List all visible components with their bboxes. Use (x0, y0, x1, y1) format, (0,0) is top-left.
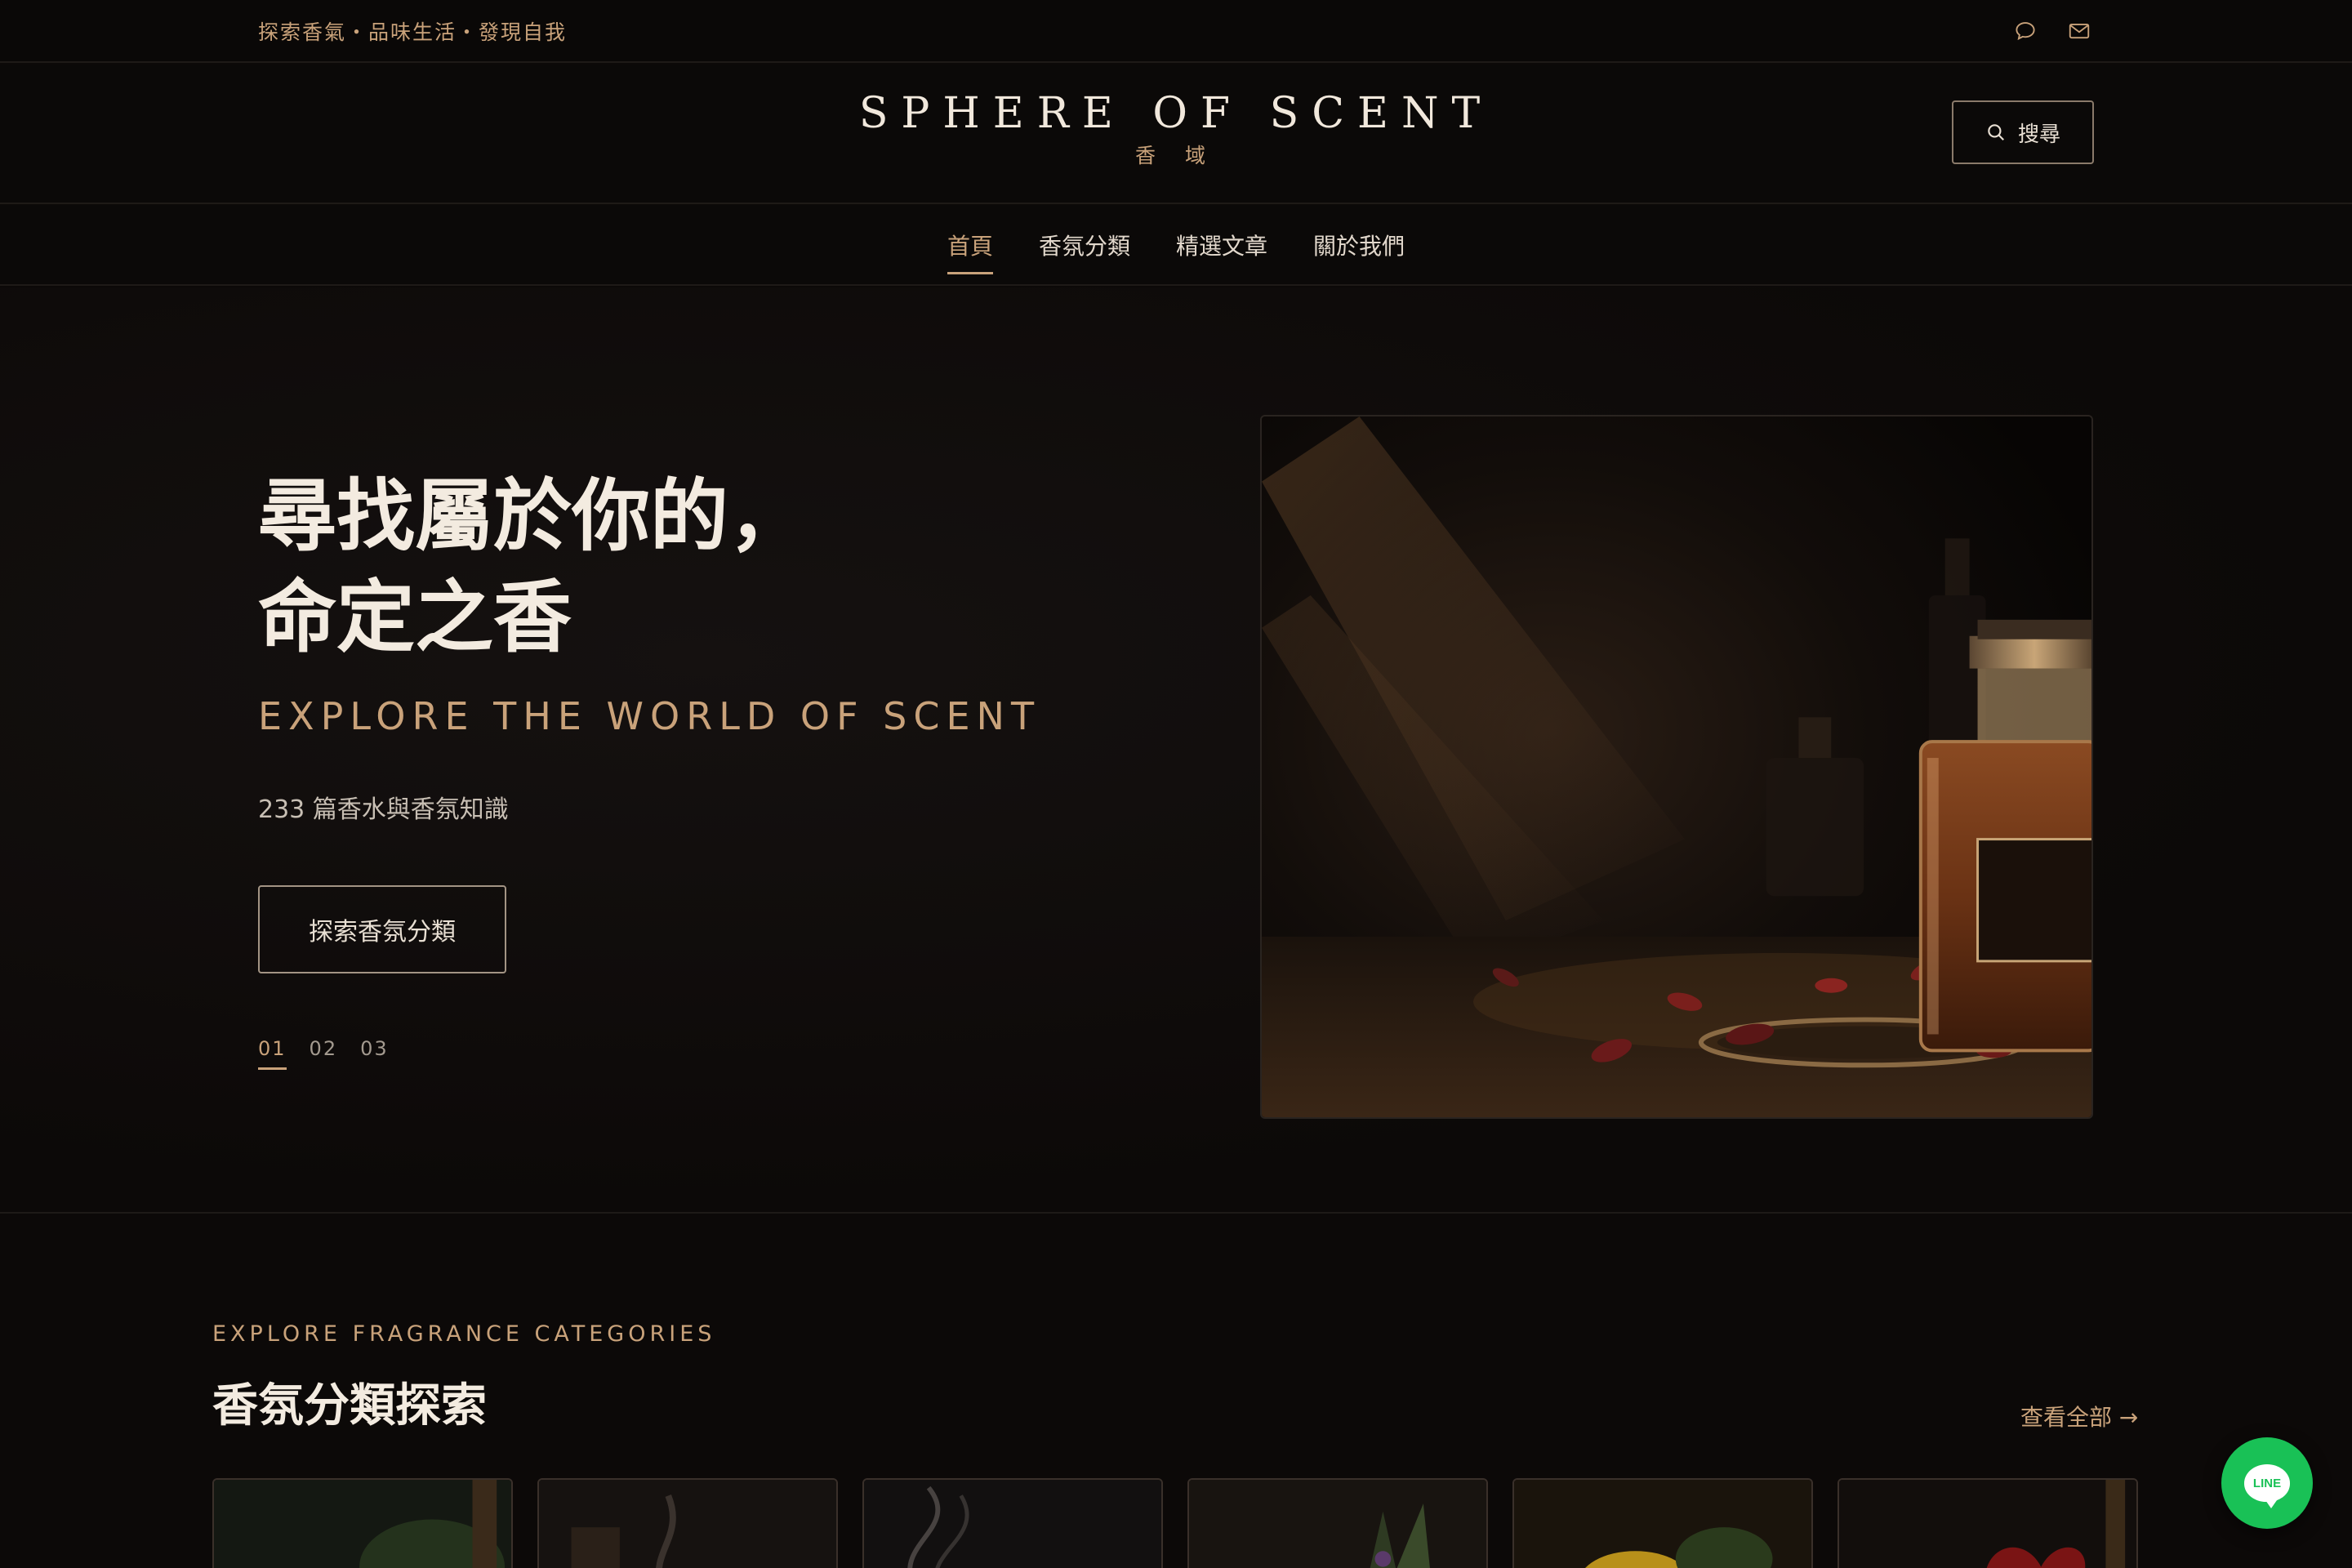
main-nav: 首頁 香氛分類 精選文章 關於我們 (0, 206, 2352, 286)
slide-pagination: 01 02 03 (258, 1037, 389, 1070)
top-bar: 探索香氣・品味生活・發現自我 (0, 0, 2352, 63)
search-button[interactable]: 搜尋 (1952, 100, 2094, 164)
mail-icon[interactable] (2066, 18, 2092, 44)
slide-indicator-1[interactable]: 01 (258, 1037, 287, 1070)
hero-title-line2: 命定之香 (258, 571, 572, 663)
categories-title: 香氛分類探索 (212, 1379, 487, 1432)
nav-item-home[interactable]: 首頁 (947, 224, 993, 274)
category-cards (212, 1478, 2140, 1568)
hero-title: 尋找屬於你的， 命定之香 (258, 466, 807, 668)
line-chat-button[interactable]: LINE (2221, 1437, 2313, 1529)
categories-eyebrow: EXPLORE FRAGRANCE CATEGORIES (212, 1321, 716, 1347)
search-button-label: 搜尋 (2017, 121, 2060, 146)
category-card[interactable] (862, 1478, 1163, 1568)
line-icon: LINE (2244, 1464, 2290, 1508)
hero-perfume-image (1260, 415, 2093, 1119)
article-count: 233 篇香水與香氛知識 (258, 795, 509, 824)
search-icon (1988, 124, 2004, 140)
category-card[interactable] (1187, 1478, 1488, 1568)
chat-bubble-icon[interactable] (2012, 18, 2038, 44)
tagline: 探索香氣・品味生活・發現自我 (258, 20, 568, 44)
category-card[interactable] (1512, 1478, 1813, 1568)
nav-item-categories[interactable]: 香氛分類 (1039, 224, 1130, 266)
line-label: LINE (2252, 1476, 2282, 1490)
site-header: SPHERE OF SCENT 香 域 搜尋 (0, 65, 2352, 204)
nav-item-about[interactable]: 關於我們 (1313, 224, 1405, 266)
category-card[interactable] (212, 1478, 513, 1568)
view-all-link[interactable]: 查看全部 → (2020, 1400, 2138, 1432)
hero-section: 尋找屬於你的， 命定之香 EXPLORE THE WORLD OF SCENT … (0, 287, 2352, 1214)
hero-title-line1: 尋找屬於你的， (258, 470, 807, 562)
category-card[interactable] (1838, 1478, 2138, 1568)
explore-categories-button[interactable]: 探索香氛分類 (258, 885, 506, 973)
nav-item-articles[interactable]: 精選文章 (1176, 224, 1267, 266)
category-card[interactable] (537, 1478, 838, 1568)
slide-indicator-3[interactable]: 03 (360, 1037, 389, 1060)
hero-subtitle: EXPLORE THE WORLD OF SCENT (258, 694, 1041, 738)
slide-indicator-2[interactable]: 02 (310, 1037, 338, 1060)
